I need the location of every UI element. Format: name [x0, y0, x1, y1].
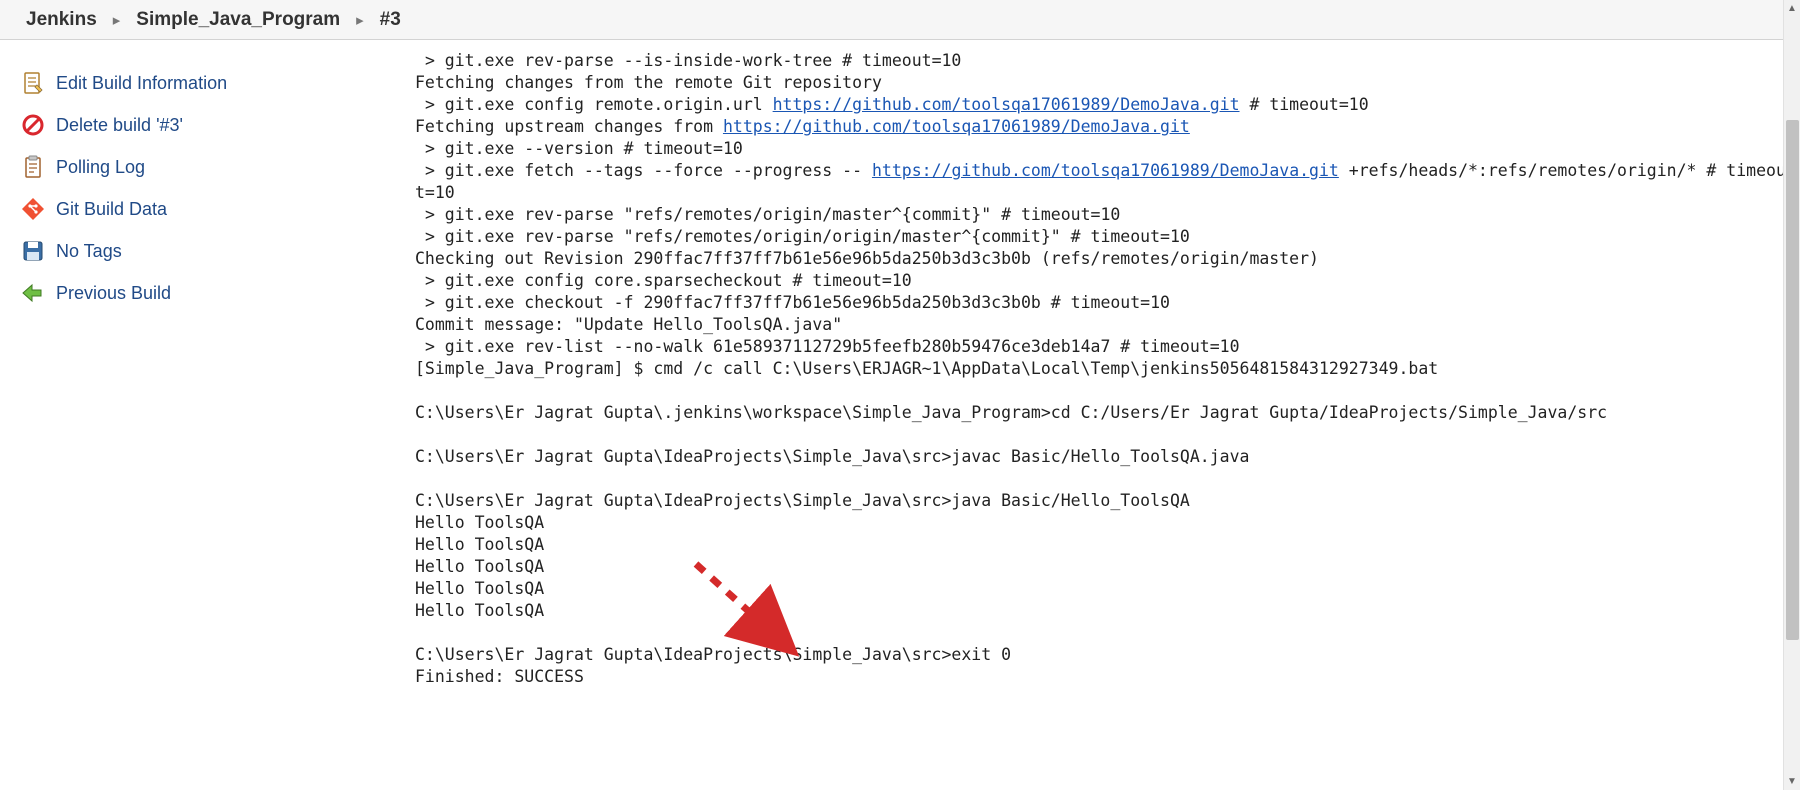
sidebar-item-label: Git Build Data — [56, 199, 167, 220]
save-icon — [20, 238, 46, 264]
repo-link[interactable]: https://github.com/toolsqa17061989/DemoJ… — [723, 117, 1190, 136]
breadcrumb-build[interactable]: #3 — [372, 9, 409, 31]
git-icon — [20, 196, 46, 222]
sidebar: Edit Build Information Delete build '#3'… — [0, 40, 395, 790]
chevron-right-icon: ▸ — [348, 11, 372, 29]
scroll-down-icon[interactable]: ▼ — [1784, 773, 1800, 790]
breadcrumb-job[interactable]: Simple_Java_Program — [128, 9, 348, 31]
repo-link[interactable]: https://github.com/toolsqa17061989/DemoJ… — [872, 161, 1339, 180]
sidebar-item-edit-build-info[interactable]: Edit Build Information — [18, 62, 395, 104]
breadcrumb: Jenkins ▸ Simple_Java_Program ▸ #3 — [0, 0, 1800, 40]
repo-link[interactable]: https://github.com/toolsqa17061989/DemoJ… — [773, 95, 1240, 114]
sidebar-item-delete-build[interactable]: Delete build '#3' — [18, 104, 395, 146]
console-output: > git.exe rev-parse --is-inside-work-tre… — [415, 50, 1790, 688]
delete-icon — [20, 112, 46, 138]
scroll-thumb[interactable] — [1786, 120, 1799, 640]
sidebar-item-label: No Tags — [56, 241, 122, 262]
sidebar-item-polling-log[interactable]: Polling Log — [18, 146, 395, 188]
main-panel: > git.exe rev-parse --is-inside-work-tre… — [395, 40, 1800, 790]
sidebar-item-label: Delete build '#3' — [56, 115, 183, 136]
notepad-icon — [20, 70, 46, 96]
chevron-right-icon: ▸ — [105, 11, 129, 29]
sidebar-item-label: Previous Build — [56, 283, 171, 304]
sidebar-item-no-tags[interactable]: No Tags — [18, 230, 395, 272]
vertical-scrollbar[interactable]: ▲ ▼ — [1783, 0, 1800, 790]
arrow-left-icon — [20, 280, 46, 306]
sidebar-item-label: Polling Log — [56, 157, 145, 178]
scroll-up-icon[interactable]: ▲ — [1784, 0, 1800, 17]
sidebar-item-label: Edit Build Information — [56, 73, 227, 94]
sidebar-item-previous-build[interactable]: Previous Build — [18, 272, 395, 314]
breadcrumb-jenkins[interactable]: Jenkins — [18, 9, 105, 31]
sidebar-item-git-build-data[interactable]: Git Build Data — [18, 188, 395, 230]
clipboard-icon — [20, 154, 46, 180]
